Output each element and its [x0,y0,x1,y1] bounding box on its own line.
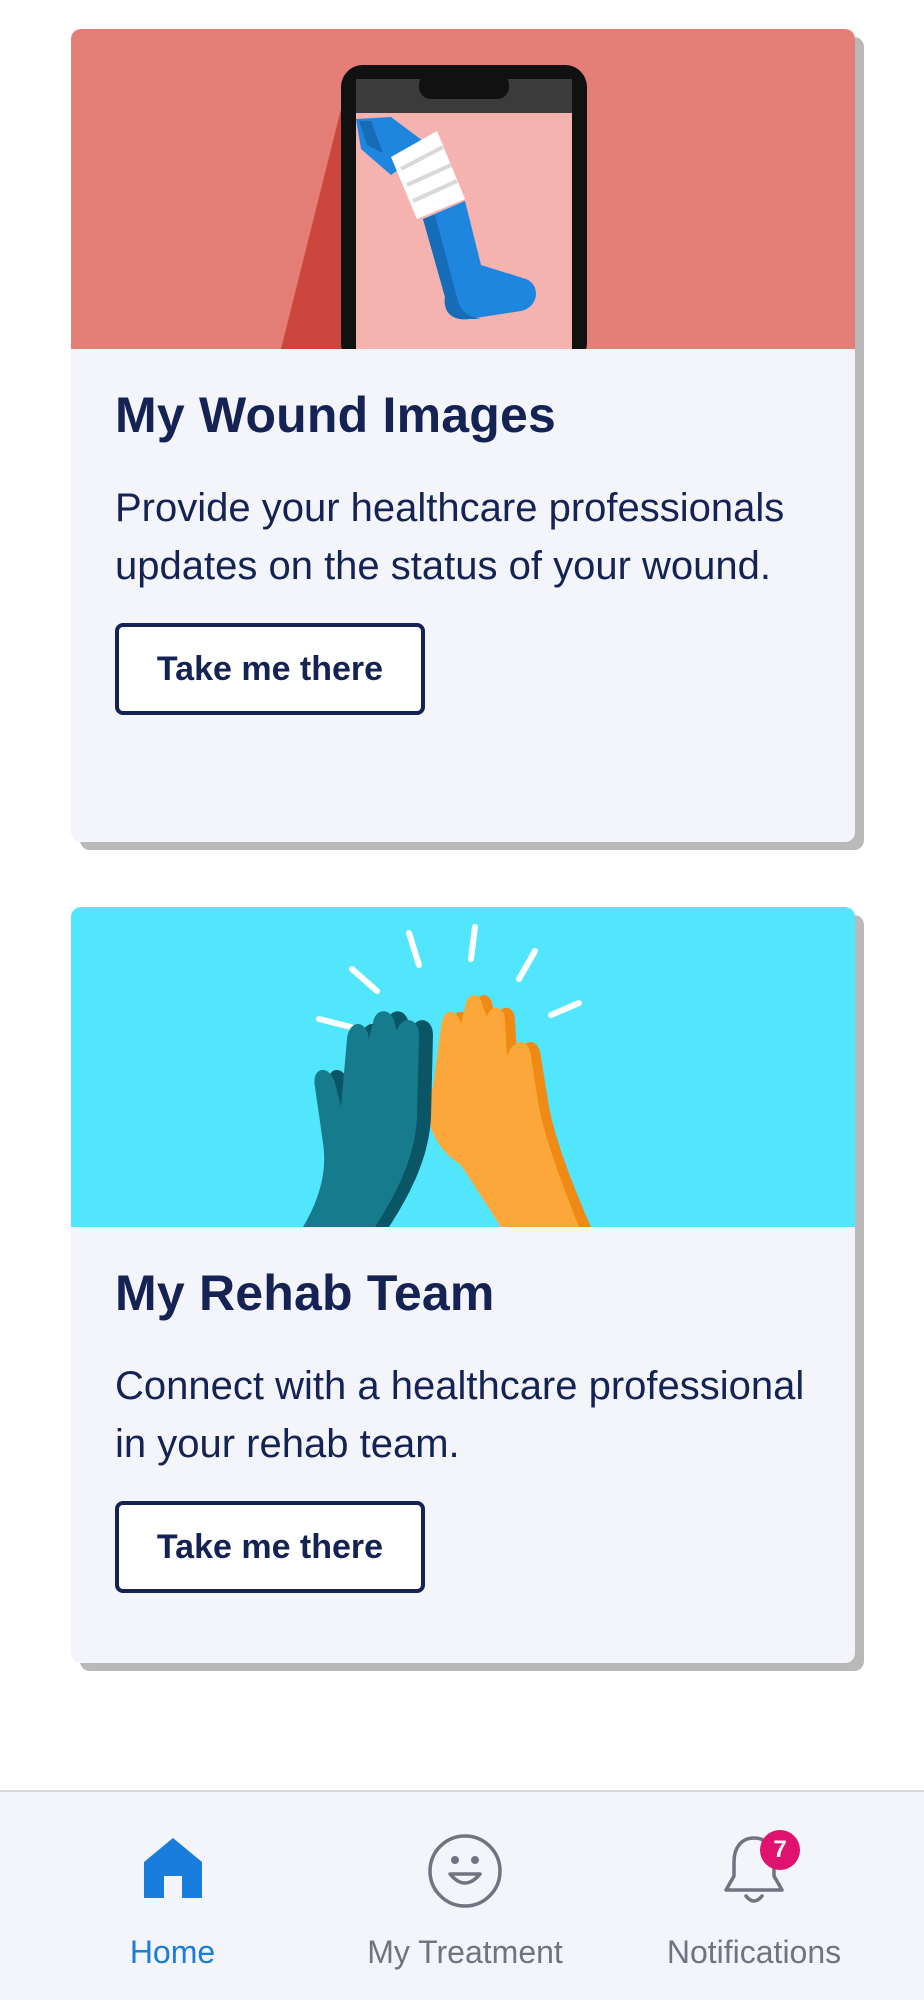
wound-images-card[interactable]: My Wound Images Provide your healthcare … [71,29,855,842]
wound-images-take-me-there-button[interactable]: Take me there [115,623,425,715]
wound-images-title: My Wound Images [115,387,557,443]
rehab-team-illustration [71,907,855,1227]
nav-item-home[interactable]: Home [60,1792,285,2000]
notifications-count-badge: 7 [760,1830,800,1870]
nav-label-my-treatment: My Treatment [367,1934,563,1970]
nav-label-notifications: Notifications [666,1934,842,1970]
rehab-team-title: My Rehab Team [115,1265,495,1321]
phone-leg-bandage-illustration [71,29,855,349]
nav-item-notifications[interactable]: 7 Notifications [634,1792,874,2000]
wound-images-card-body: My Wound Images Provide your healthcare … [71,349,855,715]
smiley-face-icon [426,1832,504,1915]
home-icon [138,1832,208,1907]
nav-item-my-treatment[interactable]: My Treatment [340,1792,590,2000]
wound-images-description: Provide your healthcare professionals up… [115,486,785,588]
high-five-illustration [71,907,855,1227]
home-screen: My Wound Images Provide your healthcare … [0,0,924,2000]
wound-images-illustration [71,29,855,349]
rehab-team-card[interactable]: My Rehab Team Connect with a healthcare … [71,907,855,1663]
nav-label-home: Home [129,1934,216,1970]
bottom-navigation-bar: Home My Treatment 7 Notifications [0,1790,924,2000]
rehab-team-description: Connect with a healthcare professional i… [115,1364,805,1466]
rehab-team-card-body: My Rehab Team Connect with a healthcare … [71,1227,855,1593]
rehab-team-take-me-there-button[interactable]: Take me there [115,1501,425,1593]
